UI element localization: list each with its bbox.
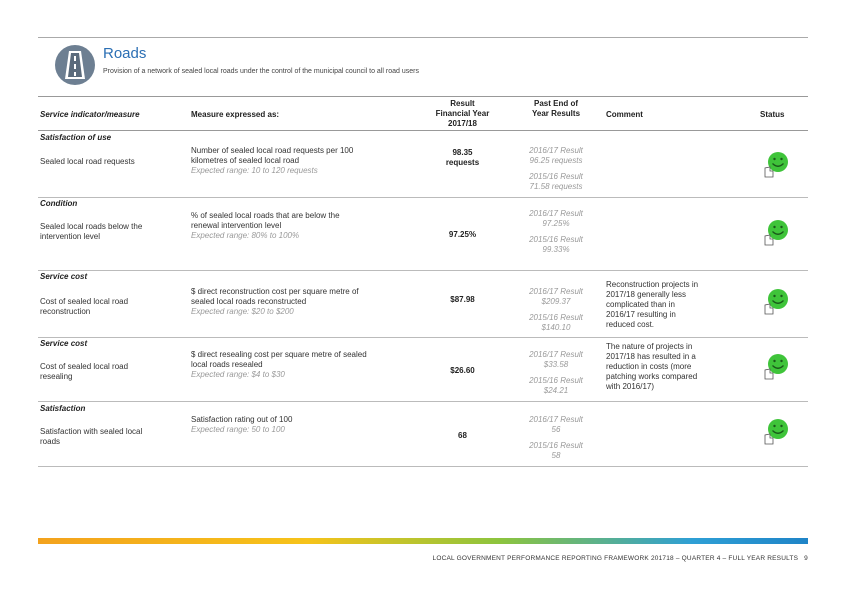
row-divider: [38, 197, 808, 198]
col-header-measure: Measure expressed as:: [191, 110, 280, 119]
top-rule: [38, 37, 808, 38]
row-measure: $ direct reconstruction cost per square …: [191, 287, 359, 316]
footer-colour-bar: [38, 538, 808, 544]
smiley-icon: [764, 152, 788, 178]
smiley-icon: [764, 419, 788, 445]
row-past-results: 2016/17 Result 56 2015/16 Result 58: [529, 415, 583, 460]
header-bottom-rule: [38, 130, 808, 131]
row-category: Satisfaction of use: [40, 133, 112, 142]
row-divider: [38, 270, 808, 271]
row-category: Condition: [40, 199, 78, 208]
row-result: 97.25%: [448, 230, 477, 239]
smiley-icon: [764, 354, 788, 380]
row-comment: Reconstruction projects in 2017/18 gener…: [606, 280, 699, 329]
smiley-icon: [764, 220, 788, 246]
row-result: 98.35 requests: [445, 148, 480, 167]
row-past-results: 2016/17 Result $33.58 2015/16 Result $24…: [529, 350, 583, 395]
col-header-status: Status: [760, 110, 785, 119]
table-top-rule: [38, 96, 808, 97]
row-result: $87.98: [450, 295, 475, 304]
row-measure: % of sealed local roads that are below t…: [191, 211, 340, 240]
page-number: 9: [804, 555, 808, 562]
row-category: Service cost: [40, 339, 88, 348]
col-header-indicator: Service indicator/measure: [40, 110, 140, 119]
row-result: 68: [458, 431, 467, 440]
road-icon: [55, 45, 95, 85]
section-title: Roads: [103, 45, 147, 62]
row-comment: The nature of projects in 2017/18 has re…: [606, 342, 698, 391]
col-header-result: Result Financial Year 2017/18: [435, 99, 490, 128]
row-measure: $ direct resealing cost per square metre…: [191, 350, 367, 379]
row-category: Satisfaction: [40, 404, 86, 413]
col-header-past: Past End of Year Results: [531, 99, 581, 118]
row-indicator: Satisfaction with sealed local roads: [40, 427, 143, 446]
row-indicator: Sealed local road requests: [40, 157, 135, 166]
col-header-comment: Comment: [606, 110, 643, 119]
smiley-icon: [764, 289, 788, 315]
row-indicator: Cost of sealed local road reconstruction: [40, 297, 129, 316]
row-past-results: 2016/17 Result 97.25% 2015/16 Result 99.…: [529, 209, 583, 254]
row-past-results: 2016/17 Result 96.25 requests 2015/16 Re…: [529, 146, 583, 191]
row-result: $26.60: [450, 366, 475, 375]
row-divider: [38, 337, 808, 338]
row-divider: [38, 466, 808, 467]
page-footer: LOCAL GOVERNMENT PERFORMANCE REPORTING F…: [432, 555, 808, 562]
row-indicator: Cost of sealed local road resealing: [40, 362, 129, 381]
row-category: Service cost: [40, 272, 88, 281]
row-measure: Satisfaction rating out of 100 Expected …: [191, 415, 293, 434]
row-divider: [38, 401, 808, 402]
row-measure: Number of sealed local road requests per…: [191, 146, 354, 175]
row-past-results: 2016/17 Result $209.37 2015/16 Result $1…: [529, 287, 583, 332]
section-subtitle: Provision of a network of sealed local r…: [103, 68, 419, 75]
row-indicator: Sealed local roads below the interventio…: [40, 222, 143, 241]
